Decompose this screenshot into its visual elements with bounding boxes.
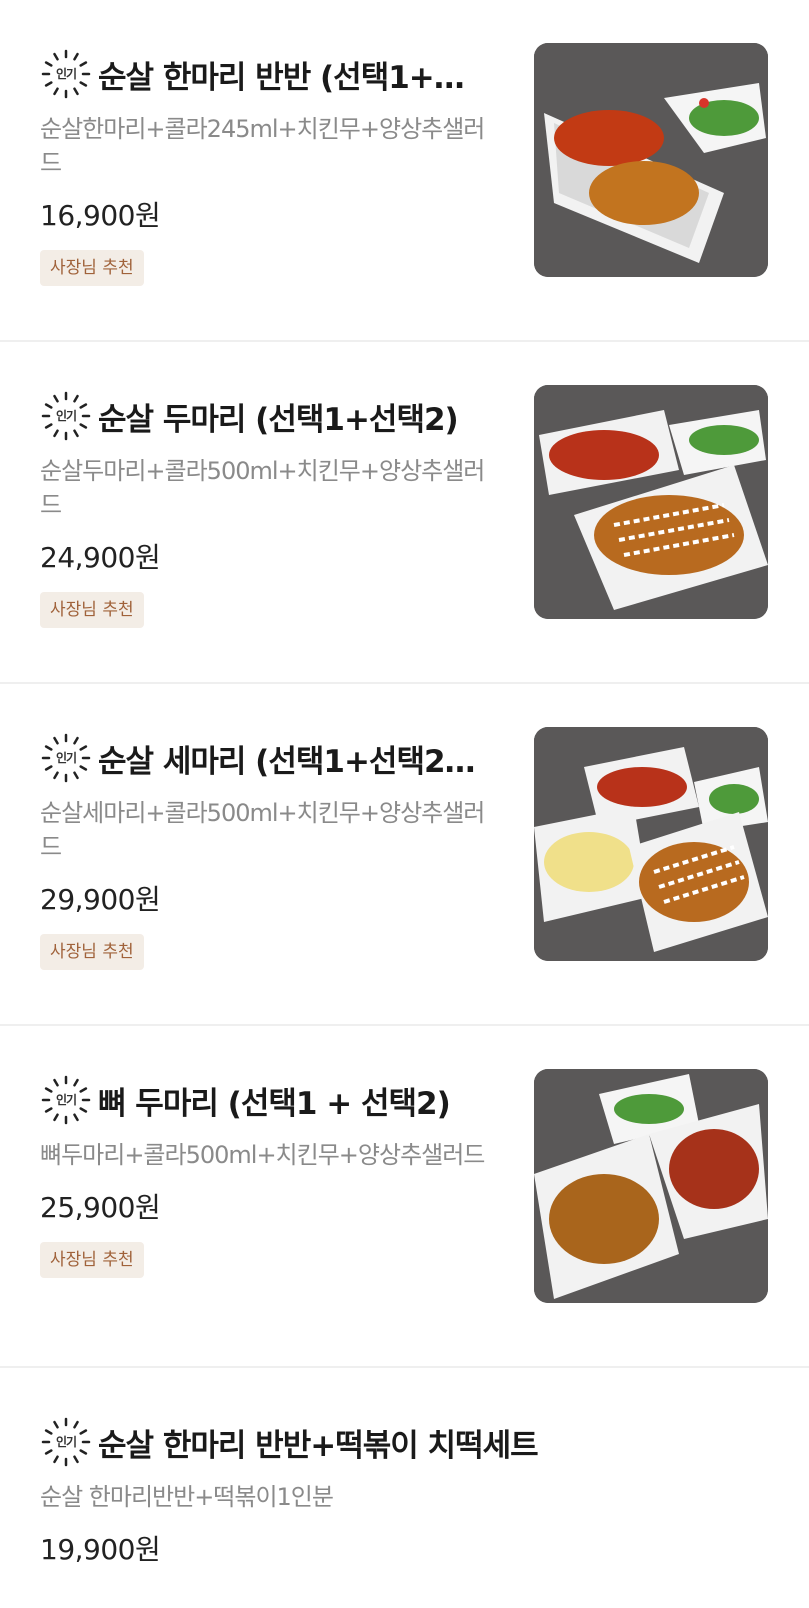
menu-item-description: 뼈두마리+콜라500ml+치킨무+양상추샐러드 (40, 1141, 485, 1169)
menu-item-title[interactable]: 순살 세마리 (선택1+선택2… (98, 736, 475, 781)
menu-item-description: 순살두마리+콜라500ml+치킨무+양상추샐러드 (40, 457, 485, 519)
popular-badge-icon: 인기 (40, 1074, 92, 1126)
owner-recommend-tag: 사장님 추천 (40, 1242, 144, 1278)
menu-item-title[interactable]: 순살 한마리 반반 (선택1+… (98, 52, 464, 97)
menu-item-info: 인기 순살 세마리 (선택1+선택2… 순살세마리+콜라500ml+치킨무+양상… (40, 732, 500, 970)
menu-item-price: 16,900원 (40, 199, 161, 232)
popular-badge-icon: 인기 (40, 732, 92, 784)
popular-badge-icon: 인기 (40, 390, 92, 442)
title-row: 인기 뼈 두마리 (선택1 + 선택2) (40, 1074, 500, 1126)
menu-item[interactable]: 인기 순살 세마리 (선택1+선택2… 순살세마리+콜라500ml+치킨무+양상… (0, 684, 809, 1026)
menu-item-price: 24,900원 (40, 541, 161, 574)
menu-item-price: 19,900원 (40, 1533, 161, 1566)
menu-item-info: 인기 뼈 두마리 (선택1 + 선택2) 뼈두마리+콜라500ml+치킨무+양상… (40, 1074, 500, 1278)
bone-in-chicken-two-photo[interactable] (534, 1069, 768, 1303)
menu-item[interactable]: 인기 순살 한마리 반반+떡볶이 치떡세트 순살 한마리반반+떡볶이1인분 19… (0, 1368, 809, 1608)
menu-item[interactable]: 인기 순살 한마리 반반 (선택1+… 순살한마리+콜라245ml+치킨무+양상… (0, 0, 809, 342)
menu-item-price: 29,900원 (40, 883, 161, 916)
popular-badge-label: 인기 (55, 67, 77, 81)
title-row: 인기 순살 한마리 반반+떡볶이 치떡세트 (40, 1416, 660, 1468)
menu-list: 인기 순살 한마리 반반 (선택1+… 순살한마리+콜라245ml+치킨무+양상… (0, 0, 809, 1608)
popular-badge-label: 인기 (55, 751, 77, 765)
title-row: 인기 순살 세마리 (선택1+선택2… (40, 732, 500, 784)
menu-item-description: 순살한마리+콜라245ml+치킨무+양상추샐러드 (40, 115, 485, 177)
boneless-chicken-three-photo[interactable] (534, 727, 768, 961)
popular-badge-label: 인기 (55, 1093, 77, 1107)
title-row: 인기 순살 한마리 반반 (선택1+… (40, 48, 500, 100)
menu-item-title[interactable]: 순살 두마리 (선택1+선택2) (98, 394, 458, 439)
boneless-chicken-two-photo[interactable] (534, 385, 768, 619)
menu-item-description: 순살세마리+콜라500ml+치킨무+양상추샐러드 (40, 799, 485, 861)
menu-item-title[interactable]: 뼈 두마리 (선택1 + 선택2) (98, 1078, 450, 1123)
menu-item[interactable]: 인기 뼈 두마리 (선택1 + 선택2) 뼈두마리+콜라500ml+치킨무+양상… (0, 1026, 809, 1368)
popular-badge-icon: 인기 (40, 1416, 92, 1468)
title-row: 인기 순살 두마리 (선택1+선택2) (40, 390, 500, 442)
popular-badge-label: 인기 (55, 1435, 77, 1449)
menu-item-description: 순살 한마리반반+떡볶이1인분 (40, 1483, 334, 1511)
menu-item[interactable]: 인기 순살 두마리 (선택1+선택2) 순살두마리+콜라500ml+치킨무+양상… (0, 342, 809, 684)
owner-recommend-tag: 사장님 추천 (40, 934, 144, 970)
popular-badge-icon: 인기 (40, 48, 92, 100)
menu-item-info: 인기 순살 한마리 반반 (선택1+… 순살한마리+콜라245ml+치킨무+양상… (40, 48, 500, 286)
boneless-chicken-half-half-photo[interactable] (534, 43, 768, 277)
menu-item-title[interactable]: 순살 한마리 반반+떡볶이 치떡세트 (98, 1420, 538, 1465)
menu-item-price: 25,900원 (40, 1191, 161, 1224)
popular-badge-label: 인기 (55, 409, 77, 423)
owner-recommend-tag: 사장님 추천 (40, 592, 144, 628)
menu-item-info: 인기 순살 두마리 (선택1+선택2) 순살두마리+콜라500ml+치킨무+양상… (40, 390, 500, 628)
owner-recommend-tag: 사장님 추천 (40, 250, 144, 286)
menu-item-info: 인기 순살 한마리 반반+떡볶이 치떡세트 순살 한마리반반+떡볶이1인분 19… (40, 1416, 660, 1568)
